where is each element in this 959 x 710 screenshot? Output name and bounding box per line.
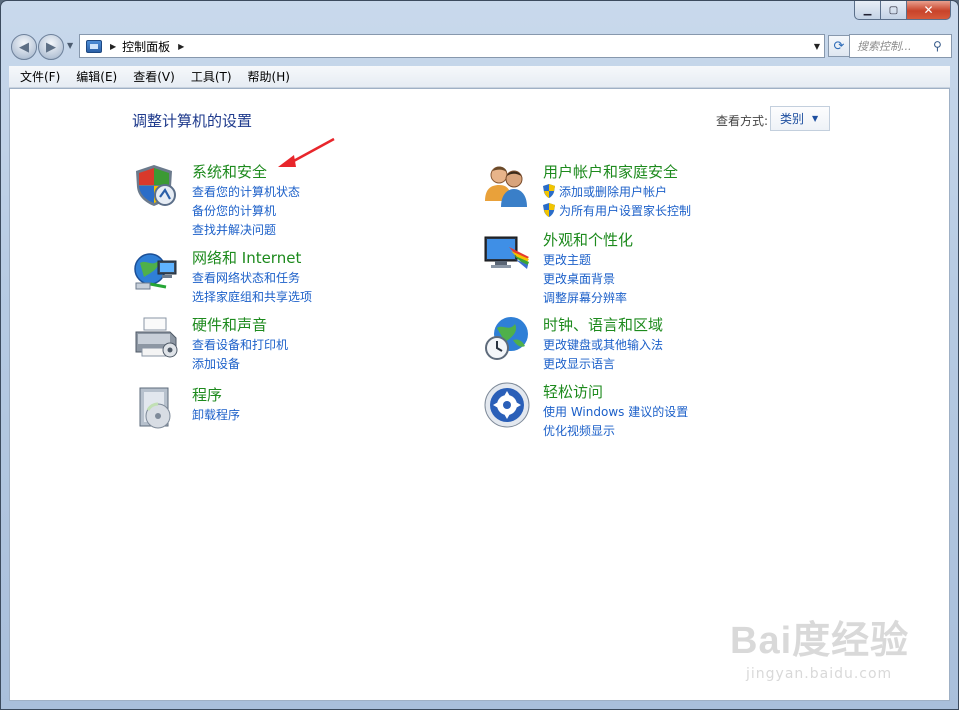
refresh-button[interactable]: ⟳ [828, 35, 850, 57]
view-by-select[interactable]: 类别 ▼ [770, 106, 830, 131]
link-homegroup-sharing[interactable]: 选择家庭组和共享选项 [192, 288, 312, 305]
control-panel-icon [86, 39, 102, 53]
link-change-display-language[interactable]: 更改显示语言 [543, 355, 615, 372]
view-by-label: 查看方式: [716, 114, 769, 128]
uac-shield-icon [543, 184, 555, 198]
programs-disc-icon [139, 387, 171, 429]
link-view-computer-status[interactable]: 查看您的计算机状态 [192, 183, 300, 200]
menu-edit[interactable]: 编辑(E) [68, 68, 125, 85]
back-button[interactable]: ◀ [11, 34, 37, 60]
ease-of-access-icon [484, 382, 530, 428]
link-add-remove-accounts[interactable]: 添加或删除用户帐户 [543, 183, 667, 200]
recent-pages-dropdown[interactable]: ▼ [67, 41, 73, 50]
forward-button[interactable]: ▶ [38, 34, 64, 60]
link-parental-controls-label: 为所有用户设置家长控制 [559, 204, 692, 218]
clock-globe-icon [485, 317, 528, 360]
search-input[interactable]: 搜索控制... [857, 38, 933, 54]
maximize-button[interactable]: ▢ [881, 1, 907, 20]
link-troubleshoot[interactable]: 查找并解决问题 [192, 221, 276, 238]
category-title-ease-of-access[interactable]: 轻松访问 [543, 381, 603, 402]
link-change-theme[interactable]: 更改主题 [543, 251, 591, 268]
link-devices-printers[interactable]: 查看设备和打印机 [192, 336, 288, 353]
refresh-icon: ⟳ [833, 38, 845, 54]
link-uninstall-program[interactable]: 卸载程序 [192, 406, 240, 423]
category-title-network-internet[interactable]: 网络和 Internet [192, 247, 301, 268]
chevron-down-icon: ▼ [812, 114, 819, 123]
link-windows-recommended-settings[interactable]: 使用 Windows 建议的设置 [543, 403, 688, 420]
navigation-bar: ◀ ▶ ▼ ▶ 控制面板 ▶ ▼ ⟳ 搜索控制... ⚲ [9, 32, 952, 60]
address-bar[interactable]: ▶ 控制面板 ▶ ▼ [79, 34, 825, 58]
category-title-programs[interactable]: 程序 [192, 384, 222, 405]
link-desktop-background[interactable]: 更改桌面背景 [543, 270, 615, 287]
category-title-system-security[interactable]: 系统和安全 [192, 161, 267, 182]
monitor-palette-icon [484, 236, 529, 269]
link-parental-controls[interactable]: 为所有用户设置家长控制 [543, 202, 691, 219]
close-icon: ✕ [923, 3, 934, 17]
baidu-watermark: Bai度经验 jingyan.baidu.com [730, 609, 909, 682]
link-change-input-method[interactable]: 更改键盘或其他输入法 [543, 336, 663, 353]
control-panel-window: ▁ ▢ ✕ ◀ ▶ ▼ ▶ 控制面板 ▶ ▼ ⟳ 搜索控制... ⚲ 文件(F)… [0, 0, 959, 710]
category-title-hardware-sound[interactable]: 硬件和声音 [192, 314, 267, 335]
category-title-user-accounts[interactable]: 用户帐户和家庭安全 [543, 161, 678, 182]
link-backup-computer[interactable]: 备份您的计算机 [192, 202, 276, 219]
users-icon [485, 166, 527, 207]
annotation-arrow-icon [278, 137, 335, 167]
breadcrumb-arrow-icon[interactable]: ▶ [178, 42, 184, 51]
link-add-device[interactable]: 添加设备 [192, 355, 240, 372]
content-pane: 调整计算机的设置 查看方式: 类别 ▼ 系统和安全 查看您的计算机状态 备份您的… [9, 88, 950, 701]
shield-icon [136, 165, 176, 206]
minimize-button[interactable]: ▁ [854, 1, 881, 20]
watermark-url: jingyan.baidu.com [746, 666, 893, 682]
category-title-appearance[interactable]: 外观和个性化 [543, 229, 633, 250]
network-globe-icon [134, 253, 177, 290]
menu-view[interactable]: 查看(V) [125, 68, 183, 85]
address-dropdown-icon[interactable]: ▼ [814, 42, 820, 51]
category-title-clock-language[interactable]: 时钟、语言和区域 [543, 314, 663, 335]
forward-arrow-icon: ▶ [46, 39, 56, 55]
link-network-status[interactable]: 查看网络状态和任务 [192, 269, 300, 286]
view-by-value: 类别 [780, 112, 805, 126]
caption-buttons: ▁ ▢ ✕ [854, 1, 951, 21]
breadcrumb-control-panel[interactable]: 控制面板 [122, 38, 170, 55]
link-optimize-video[interactable]: 优化视频显示 [543, 422, 615, 439]
minimize-icon: ▁ [863, 4, 872, 16]
search-icon[interactable]: ⚲ [933, 39, 951, 53]
page-title: 调整计算机的设置 [132, 112, 253, 130]
printer-icon [135, 317, 178, 358]
watermark-logo-text: Bai度经验 [730, 620, 910, 662]
search-box[interactable]: 搜索控制... ⚲ [849, 34, 952, 58]
breadcrumb-arrow-icon[interactable]: ▶ [110, 42, 116, 51]
menu-file[interactable]: 文件(F) [12, 68, 68, 85]
uac-shield-icon [543, 203, 555, 217]
menu-bar: 文件(F) 编辑(E) 查看(V) 工具(T) 帮助(H) [9, 66, 950, 88]
menu-help[interactable]: 帮助(H) [240, 68, 298, 85]
link-screen-resolution[interactable]: 调整屏幕分辨率 [543, 289, 627, 306]
menu-tools[interactable]: 工具(T) [183, 68, 240, 85]
maximize-icon: ▢ [888, 4, 899, 16]
link-add-remove-accounts-label: 添加或删除用户帐户 [559, 185, 668, 199]
close-button[interactable]: ✕ [907, 1, 951, 20]
back-arrow-icon: ◀ [19, 39, 29, 55]
